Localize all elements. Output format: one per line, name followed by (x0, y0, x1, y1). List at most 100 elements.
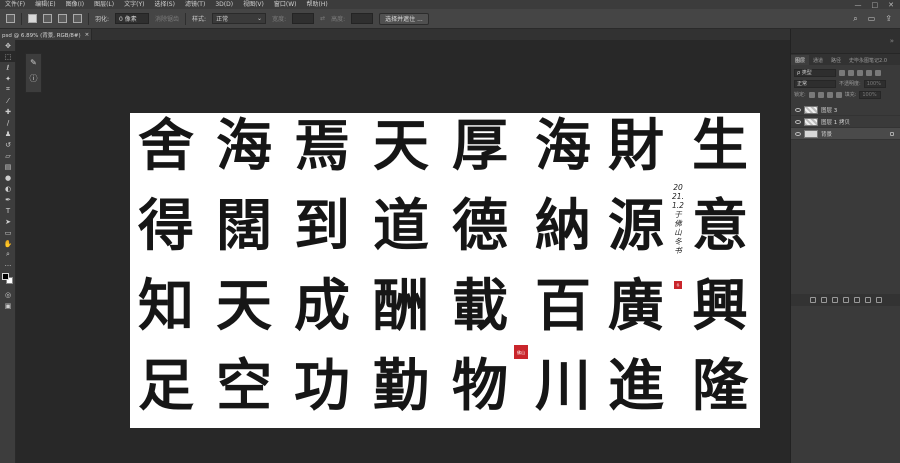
collapse-panels-icon[interactable]: » (890, 37, 894, 45)
add-mask-icon[interactable] (832, 297, 838, 303)
fill-label: 填充: (844, 92, 857, 98)
intersect-selection-icon[interactable] (73, 14, 82, 23)
color-swatches[interactable] (0, 271, 15, 289)
lock-position-icon[interactable] (826, 91, 833, 98)
eraser-tool-icon[interactable]: ▱ (0, 150, 16, 161)
blur-tool-icon[interactable]: ● (0, 172, 16, 183)
close-tab-icon[interactable]: × (85, 32, 90, 38)
menu-select[interactable]: 选择(S) (149, 0, 180, 9)
tab-layers[interactable]: 图层 (791, 55, 810, 65)
layer-row[interactable]: 图层 3 (791, 104, 900, 116)
lock-image-icon[interactable] (817, 91, 824, 98)
width-input[interactable] (292, 13, 315, 24)
pen-tool-icon[interactable]: ✒ (0, 194, 16, 205)
new-layer-icon[interactable] (865, 297, 871, 303)
screen-mode-icon[interactable]: ▣ (0, 300, 16, 311)
visibility-eye-icon[interactable] (795, 107, 801, 112)
layer-style-icon[interactable] (821, 297, 827, 303)
menu-type[interactable]: 文字(Y) (119, 0, 149, 9)
history-brush-tool-icon[interactable]: ↺ (0, 139, 16, 150)
type-tool-icon[interactable]: T (0, 205, 16, 216)
layer-row-selected[interactable]: 背景 (791, 128, 900, 140)
adjustment-filter-icon[interactable] (848, 69, 854, 76)
layer-kind-filter[interactable]: ρ 类型 (794, 68, 836, 77)
shape-filter-icon[interactable] (866, 69, 872, 76)
healing-brush-tool-icon[interactable]: ✚ (0, 106, 16, 117)
menu-edit[interactable]: 编辑(E) (30, 0, 60, 9)
opacity-label: 不透明度: (839, 81, 861, 87)
tab-paths[interactable]: 路径 (827, 55, 845, 65)
lock-transparency-icon[interactable] (808, 91, 815, 98)
hand-tool-icon[interactable]: ✋ (0, 238, 16, 249)
share-icon[interactable]: ⇪ (885, 14, 892, 24)
calligraphy-char: 功 (294, 353, 350, 419)
foreground-color-swatch[interactable] (2, 273, 9, 280)
blend-mode-select[interactable]: 正常 (794, 79, 836, 88)
calligraphy-char: 德 (452, 193, 508, 259)
menu-view[interactable]: 视图(V) (238, 0, 269, 9)
clone-stamp-tool-icon[interactable]: ♟ (0, 128, 16, 139)
visibility-eye-icon[interactable] (795, 119, 801, 124)
antialias-checkbox[interactable]: 消除锯齿 (155, 14, 179, 23)
tab-notes-plugin[interactable]: 史毕永图笔记2.0 (845, 55, 891, 65)
menu-layer[interactable]: 图层(L) (89, 0, 119, 9)
brush-settings-icon[interactable]: ✎ (26, 54, 41, 70)
feather-label: 羽化: (95, 16, 110, 23)
more-tools-icon[interactable]: ··· (0, 260, 16, 271)
search-icon[interactable]: ⌕ (853, 14, 857, 24)
swap-icon[interactable]: ⇄ (320, 15, 325, 22)
layer-name: 背景 (821, 131, 833, 138)
link-layers-icon[interactable] (810, 297, 816, 303)
smart-object-filter-icon[interactable] (875, 69, 881, 76)
adjustment-layer-icon[interactable] (843, 297, 849, 303)
add-selection-icon[interactable] (43, 14, 52, 23)
menu-3d[interactable]: 3D(D) (210, 0, 238, 9)
menu-image[interactable]: 图像(I) (61, 0, 89, 9)
new-selection-icon[interactable] (28, 14, 37, 23)
menu-filter[interactable]: 滤镜(T) (180, 0, 210, 9)
opacity-input[interactable]: 100% (863, 79, 886, 88)
pixel-filter-icon[interactable] (839, 69, 845, 76)
layer-row[interactable]: 图层 1 拷贝 (791, 116, 900, 128)
minimize-button[interactable]: — (855, 1, 862, 9)
type-filter-icon[interactable] (857, 69, 863, 76)
workspace-icon[interactable]: ▭ (868, 14, 876, 24)
magic-wand-tool-icon[interactable]: ✦ (0, 73, 16, 84)
menu-file[interactable]: 文件(F) (0, 0, 30, 9)
visibility-eye-icon[interactable] (795, 131, 801, 136)
calligraphy-char: 隆 (692, 353, 748, 419)
close-window-button[interactable]: ✕ (888, 1, 894, 9)
fill-input[interactable]: 100% (859, 90, 882, 99)
document-canvas[interactable]: 舍 海 焉 天 厚 海 財 生 得 闊 到 道 德 納 源 意 知 天 成 酬 … (130, 113, 760, 428)
height-input[interactable] (351, 13, 374, 24)
width-label: 宽度: (272, 16, 287, 23)
shape-tool-icon[interactable]: ▭ (0, 227, 16, 238)
move-tool-icon[interactable]: ✥ (0, 40, 16, 51)
zoom-tool-icon[interactable]: ⌕ (0, 249, 16, 260)
divider (21, 12, 22, 25)
lasso-tool-icon[interactable]: ℓ (0, 62, 16, 73)
tab-channels[interactable]: 通道 (809, 55, 827, 65)
new-group-icon[interactable] (854, 297, 860, 303)
eyedropper-tool-icon[interactable]: ⁄ (0, 95, 16, 106)
window-controls: — □ ✕ (855, 1, 900, 9)
feather-input[interactable]: 0 像素 (115, 13, 150, 24)
style-select[interactable]: 正常 ⌄ (212, 13, 267, 24)
gradient-tool-icon[interactable]: ▤ (0, 161, 16, 172)
menu-help[interactable]: 帮助(H) (302, 0, 333, 9)
marquee-tool-icon[interactable]: ⬚ (0, 51, 16, 62)
select-and-mask-button[interactable]: 选择并遮住 ... (379, 12, 429, 25)
quick-mask-icon[interactable]: ◎ (0, 289, 16, 300)
info-icon[interactable]: ⓘ (26, 70, 41, 86)
lock-all-icon[interactable] (835, 91, 842, 98)
crop-tool-icon[interactable]: ⌗ (0, 84, 16, 95)
menu-window[interactable]: 窗口(W) (269, 0, 302, 9)
tool-preset-icon[interactable] (6, 14, 15, 23)
subtract-selection-icon[interactable] (58, 14, 67, 23)
path-selection-tool-icon[interactable]: ➤ (0, 216, 16, 227)
dodge-tool-icon[interactable]: ◐ (0, 183, 16, 194)
document-tab[interactable]: psd @ 6.89% (背景, RGB/8#) × (0, 29, 92, 40)
maximize-button[interactable]: □ (872, 1, 879, 9)
delete-layer-icon[interactable] (876, 297, 882, 303)
brush-tool-icon[interactable]: / (0, 117, 16, 128)
